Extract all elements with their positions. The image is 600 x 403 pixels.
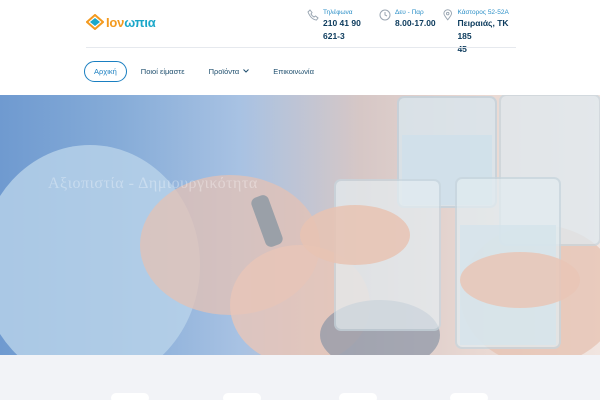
hero-image [0, 95, 600, 355]
content-section [0, 355, 600, 400]
header-phone: Τηλέφωνα 210 41 90 621-3 [307, 8, 371, 43]
location-pin-icon [443, 9, 453, 21]
phone-value-cont[interactable]: 621-3 [323, 30, 361, 43]
nav-item-about[interactable]: Ποιοί είμαστε [141, 67, 185, 76]
feature-card [450, 393, 488, 403]
nav-item-products-label: Προϊόντα [208, 66, 240, 76]
feature-card [339, 393, 377, 403]
nav-item-products[interactable]: Προϊόντα [209, 67, 250, 76]
hours-value: 8.00-17.00 [395, 18, 436, 28]
phone-value[interactable]: 210 41 90 [323, 17, 361, 30]
brand-logo[interactable]: Ιονωπια [86, 12, 170, 32]
feature-card [111, 393, 149, 403]
hero-banner: Αξιοπιστία - Δημιουργικότητα [0, 95, 600, 355]
phone-label: Τηλέφωνα [323, 9, 353, 16]
clock-icon [379, 9, 391, 21]
nav-item-home[interactable]: Αρχική [84, 60, 127, 82]
nav-item-contact[interactable]: Επικοινωνία [273, 67, 314, 76]
feature-card [223, 393, 261, 403]
diamond-logo-icon [86, 14, 104, 30]
main-nav: Αρχική Ποιοί είμαστε Προϊόντα Επικοινωνί… [84, 60, 338, 82]
header-divider [86, 47, 516, 48]
header-address: Κάστορος 52-52Α Πειραιάς, ΤΚ 185 45 [442, 8, 522, 56]
brand-name: Ιονωπια [106, 14, 156, 30]
site-header: Ιονωπια Τηλέφωνα 210 41 90 621-3 Δευ - Π… [0, 0, 600, 54]
hero-caption: Αξιοπιστία - Δημιουργικότητα [48, 175, 258, 192]
address-value: Πειραιάς, ΤΚ 185 [457, 18, 509, 41]
hours-label: Δευ - Παρ [395, 9, 424, 16]
phone-icon [307, 9, 319, 21]
address-value-cont: 45 [457, 44, 467, 54]
header-hours: Δευ - Παρ 8.00-17.00 [379, 8, 439, 30]
address-label: Κάστορος 52-52Α [457, 9, 509, 16]
chevron-down-icon [243, 69, 250, 73]
